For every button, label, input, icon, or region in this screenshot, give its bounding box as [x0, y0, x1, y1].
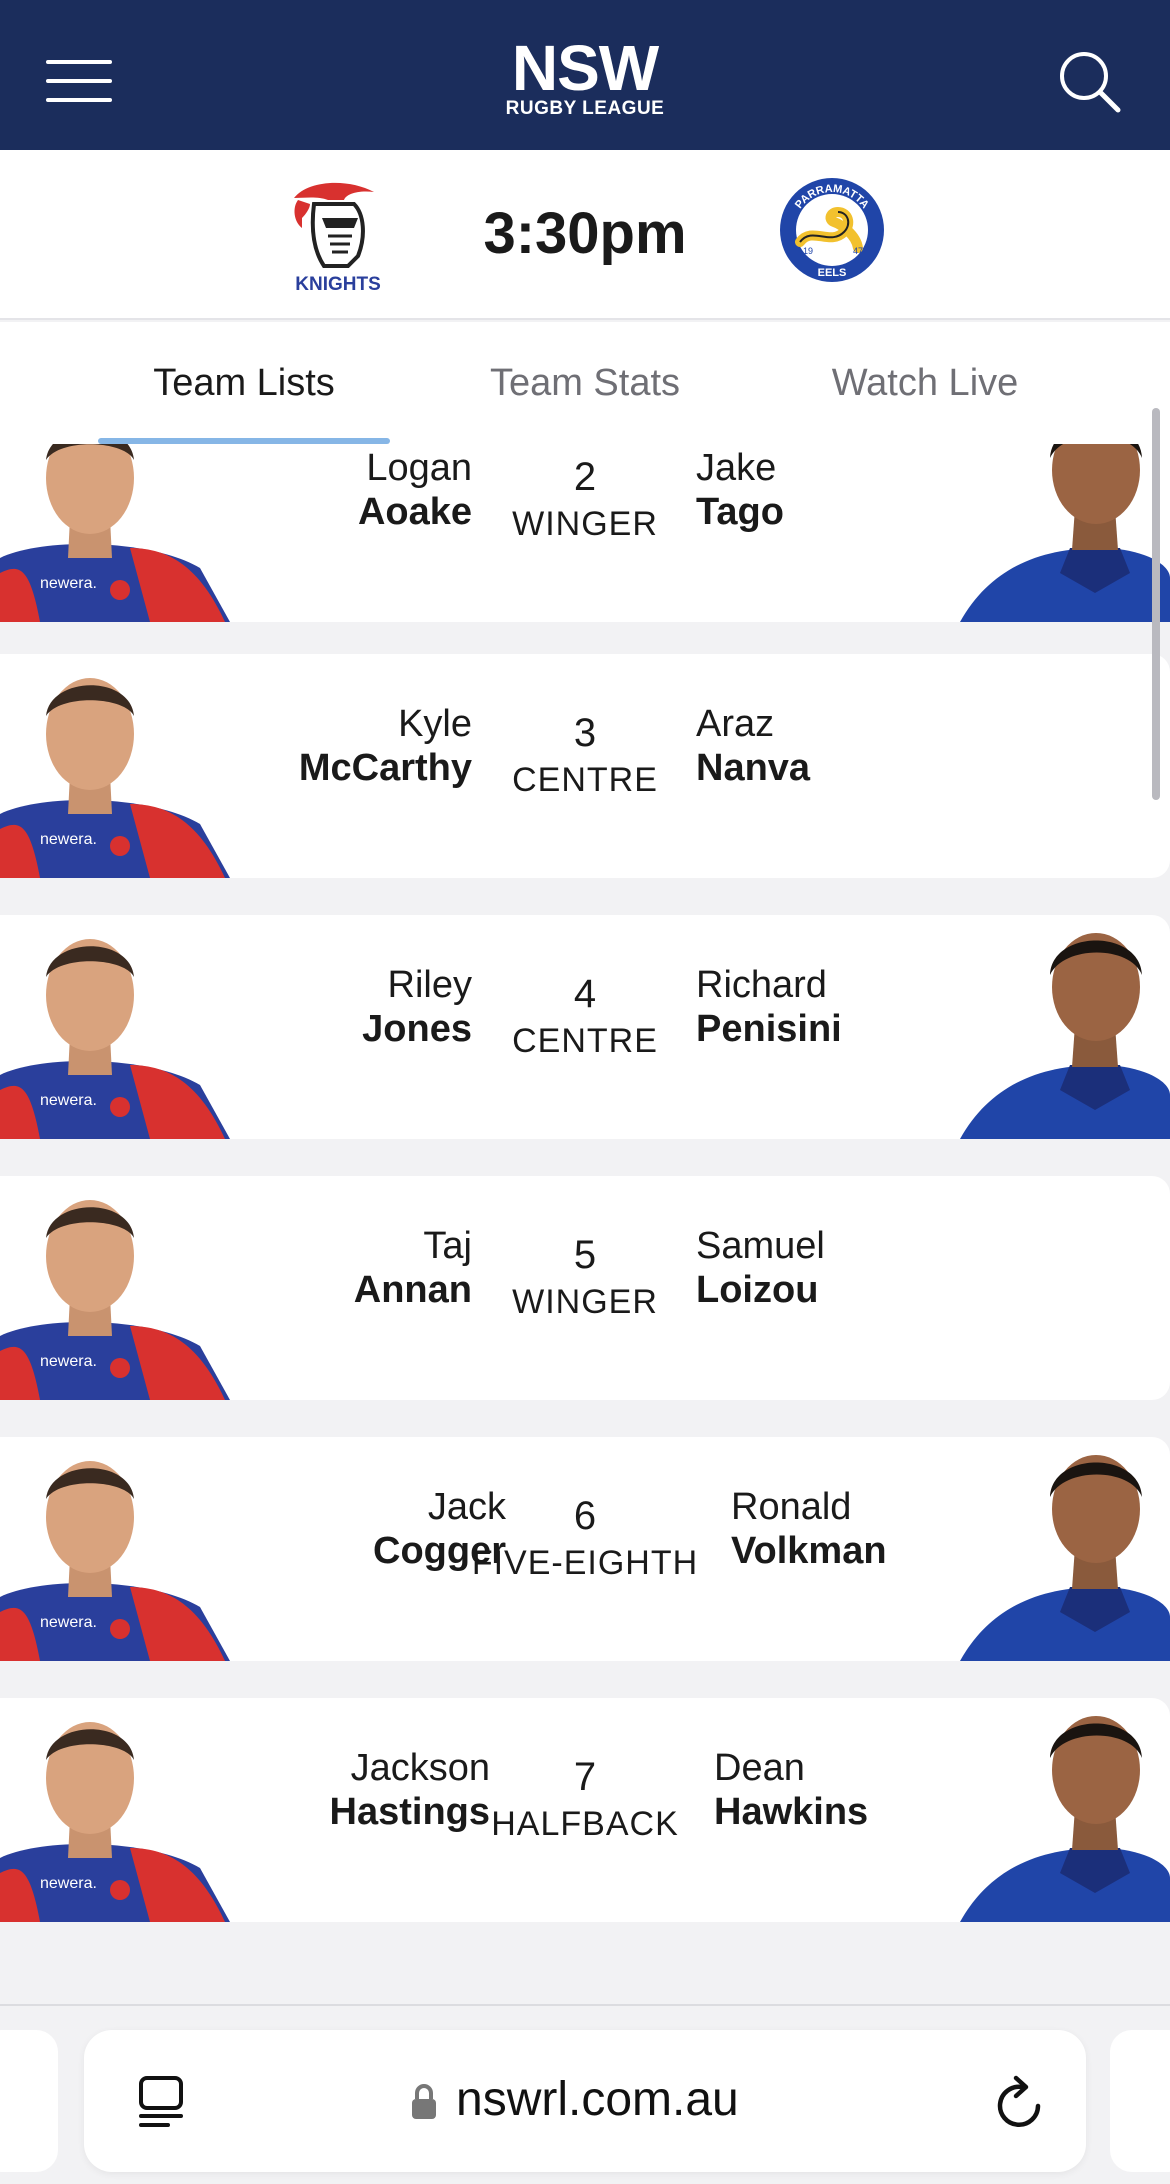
away-player-photo [930, 444, 1170, 622]
home-last-name: McCarthy [298, 747, 472, 789]
menu-line [46, 98, 112, 102]
scrollbar[interactable] [1152, 408, 1160, 800]
home-player-photo: newera. [0, 915, 240, 1139]
away-last-name: Penisini [696, 1008, 842, 1050]
svg-text:newera.: newera. [40, 1875, 97, 1892]
position-info: 6 FIVE-EIGHTH [455, 1491, 715, 1585]
jersey-number: 4 [573, 972, 597, 1016]
jersey-number: 6 [573, 1494, 597, 1538]
home-player-photo: newera. [0, 1698, 240, 1922]
match-header: KNIGHTS 3:30pm PARRAMATTA EELS 19 47 [0, 150, 1170, 320]
tab-team-stats[interactable]: Team Stats [440, 360, 730, 410]
away-player-name[interactable]: Richard Penisini [696, 963, 842, 1051]
away-first-name: Samuel [696, 1225, 825, 1267]
eels-logo[interactable]: PARRAMATTA EELS 19 47 [778, 176, 886, 284]
hamburger-menu-button[interactable] [46, 58, 114, 104]
away-player-name[interactable]: Samuel Loizou [696, 1224, 825, 1312]
away-first-name: Jake [696, 447, 777, 489]
home-player-photo: newera. [0, 444, 240, 622]
away-last-name: Tago [696, 491, 784, 533]
away-first-name: Araz [696, 703, 775, 745]
position-name: WINGER [512, 1283, 658, 1321]
eels-badge-bottom-text: EELS [818, 267, 847, 279]
url-text[interactable]: nswrl.com.au [456, 2070, 739, 2130]
position-info: 5 WINGER [455, 1230, 715, 1324]
away-player-photo [930, 1437, 1170, 1661]
reload-icon[interactable] [992, 2074, 1048, 2132]
browser-toolbar: nswrl.com.au [0, 2004, 1170, 2184]
away-last-name: Hawkins [714, 1791, 869, 1833]
position-name: CENTRE [512, 761, 658, 799]
away-first-name: Dean [714, 1747, 805, 1789]
match-tabs: Team Lists Team Stats Watch Live [0, 322, 1170, 444]
previous-tab-card[interactable] [0, 2030, 58, 2172]
jersey-number: 7 [573, 1755, 597, 1799]
position-name: HALFBACK [491, 1805, 679, 1843]
away-last-name: Volkman [731, 1530, 887, 1572]
home-player-photo: newera. [0, 1437, 240, 1661]
home-player-name[interactable]: Kyle McCarthy [299, 702, 472, 790]
logo-main-text: NSW [511, 32, 659, 104]
position-info: 4 CENTRE [455, 969, 715, 1063]
home-player-photo: newera. [0, 1176, 240, 1400]
next-tab-card[interactable] [1110, 2030, 1170, 2172]
away-first-name: Ronald [731, 1486, 852, 1528]
address-bar[interactable]: nswrl.com.au [84, 2030, 1086, 2172]
eels-badge-year-right: 47 [853, 246, 863, 256]
knights-wordmark: KNIGHTS [295, 274, 381, 294]
svg-text:newera.: newera. [40, 575, 97, 592]
player-row[interactable]: newera. Jack Cogger 6 FIVE-EIGHTH Ronald… [0, 1437, 1170, 1661]
jersey-number: 5 [573, 1233, 597, 1277]
menu-line [46, 79, 112, 83]
home-player-photo: newera. [0, 654, 240, 878]
position-name: WINGER [512, 505, 658, 543]
search-button[interactable] [1056, 48, 1122, 114]
away-player-name[interactable]: Ronald Volkman [731, 1485, 887, 1573]
away-player-photo [930, 915, 1170, 1139]
svg-text:newera.: newera. [40, 1614, 97, 1631]
tab-watch-live[interactable]: Watch Live [790, 360, 1060, 410]
site-header: NSW RUGBY LEAGUE [0, 0, 1170, 150]
page: NSW RUGBY LEAGUE KNIGHTS 3:30pm PARRAMAT… [0, 0, 1170, 2184]
away-player-photo [930, 1698, 1170, 1922]
svg-text:newera.: newera. [40, 831, 97, 848]
position-info: 2 WINGER [455, 452, 715, 546]
tabs-overview-icon[interactable] [136, 2074, 190, 2132]
position-info: 3 CENTRE [455, 708, 715, 802]
svg-text:newera.: newera. [40, 1092, 97, 1109]
home-first-name: Kyle [398, 703, 472, 745]
eels-badge-icon: PARRAMATTA EELS 19 47 [780, 178, 884, 282]
away-first-name: Richard [696, 964, 827, 1006]
knights-helmet-icon: KNIGHTS [294, 182, 381, 295]
nswrl-logo[interactable]: NSW RUGBY LEAGUE [485, 32, 685, 128]
search-icon [1060, 52, 1121, 113]
position-name: FIVE-EIGHTH [471, 1544, 699, 1582]
away-last-name: Loizou [696, 1269, 819, 1311]
player-row[interactable]: newera. Logan Aoake 2 WINGER Jake Tago [0, 444, 1170, 622]
jersey-number: 3 [573, 711, 597, 755]
logo-sub-text: RUGBY LEAGUE [505, 98, 665, 119]
kickoff-time: 3:30pm [483, 201, 687, 266]
position-info: 7 HALFBACK [455, 1752, 715, 1846]
eels-badge-year-left: 19 [803, 246, 813, 256]
player-row[interactable]: newera. Taj Annan 5 WINGER Samuel Loizou [0, 1176, 1170, 1400]
away-last-name: Nanva [696, 747, 811, 789]
jersey-number: 2 [573, 455, 597, 499]
menu-line [46, 60, 112, 64]
lock-icon [410, 2082, 438, 2122]
position-name: CENTRE [512, 1022, 658, 1060]
svg-text:newera.: newera. [40, 1353, 97, 1370]
player-row[interactable]: newera. Riley Jones 4 CENTRE Richard Pen… [0, 915, 1170, 1139]
player-row[interactable]: newera. Kyle McCarthy 3 CENTRE Araz Nanv… [0, 654, 1170, 878]
away-player-name[interactable]: Araz Nanva [696, 702, 810, 790]
knights-logo[interactable]: KNIGHTS [288, 178, 388, 295]
player-row[interactable]: newera. Jackson Hastings 7 HALFBACK Dean… [0, 1698, 1170, 1922]
away-player-name[interactable]: Dean Hawkins [714, 1746, 868, 1834]
tab-team-lists[interactable]: Team Lists [98, 360, 390, 410]
team-list: newera. Logan Aoake 2 WINGER Jake Tago n… [0, 444, 1170, 2004]
away-player-name[interactable]: Jake Tago [696, 446, 784, 534]
